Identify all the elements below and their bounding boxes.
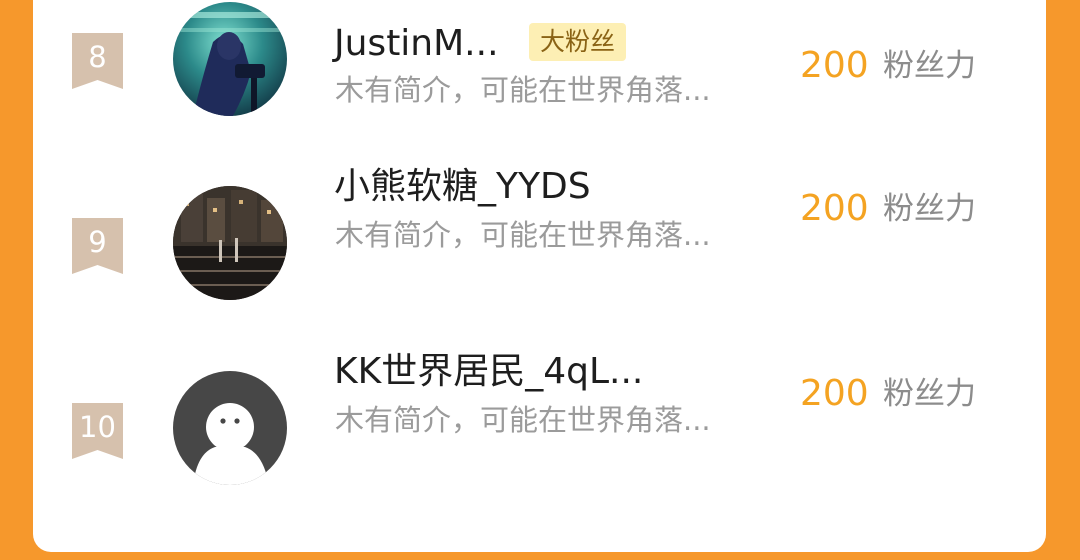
user-bio: 木有简介，可能在世界角落...	[335, 218, 711, 252]
photo-avatar-icon	[173, 186, 287, 300]
user-name[interactable]: JustinM...	[334, 22, 499, 66]
ranking-row[interactable]: 8 JustinM... 大粉丝 木有简介，可能在世界角落... 200 粉丝力	[33, 0, 1046, 150]
fan-ranking-card: 8 JustinM... 大粉丝 木有简介，可能在世界角落... 200 粉丝力…	[33, 0, 1046, 552]
photo-avatar-icon	[173, 2, 287, 116]
fan-power-score: 200	[800, 373, 869, 414]
rank-number: 8	[88, 40, 107, 74]
fan-power-label: 粉丝力	[883, 191, 976, 227]
rank-badge: 9	[72, 218, 123, 274]
rank-number: 9	[88, 225, 107, 259]
avatar[interactable]	[173, 2, 287, 116]
user-bio: 木有简介，可能在世界角落...	[335, 73, 711, 107]
user-name[interactable]: KK世界居民_4qL...	[334, 350, 643, 394]
fan-power-label: 粉丝力	[883, 376, 976, 412]
ranking-row[interactable]: 10 KK世界居民_4qL... 木有简介，可能在世界角落... 200 粉丝力	[33, 351, 1046, 520]
rank-badge: 10	[72, 403, 123, 459]
rank-number: 10	[79, 410, 116, 444]
user-name[interactable]: 小熊软糖_YYDS	[334, 165, 591, 209]
ranking-row[interactable]: 9 小熊软糖_YYDS 木有简介，可能在世界角落... 200 粉丝力	[33, 166, 1046, 335]
fan-power-score: 200	[800, 188, 869, 229]
fan-power-label: 粉丝力	[883, 48, 976, 84]
user-bio: 木有简介，可能在世界角落...	[335, 403, 711, 437]
rank-badge: 8	[72, 33, 123, 89]
default-avatar-icon	[173, 371, 287, 485]
avatar[interactable]	[173, 371, 287, 485]
big-fan-badge: 大粉丝	[529, 23, 627, 61]
fan-power-score: 200	[800, 45, 869, 86]
avatar[interactable]	[173, 186, 287, 300]
